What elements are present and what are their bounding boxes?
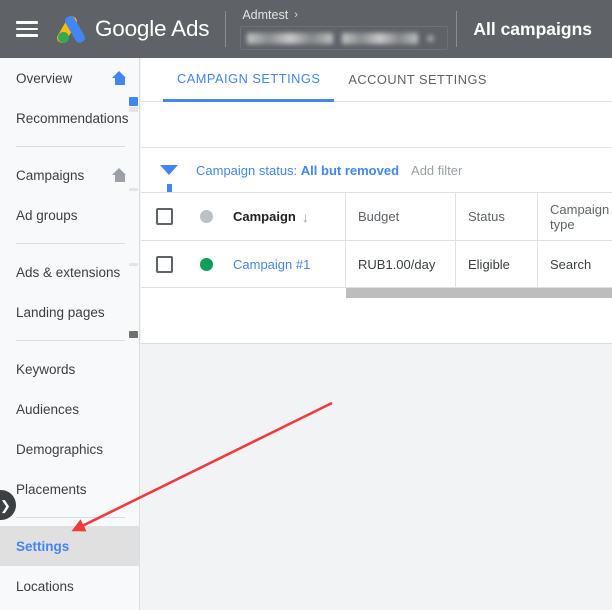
sidebar-divider: [16, 243, 125, 244]
hamburger-line: [16, 34, 38, 37]
account-id-redacted-part: [427, 35, 434, 42]
row-select-cell: [141, 241, 187, 287]
sidebar-scrollbar-track: [129, 263, 138, 266]
account-selector[interactable]: Admtest ›: [240, 8, 448, 50]
column-header-campaign-type[interactable]: Campaign type: [538, 193, 612, 240]
sidebar-scrollbar-thumb[interactable]: [129, 97, 138, 106]
campaign-status-filter-chip[interactable]: Campaign status: All but removed: [196, 163, 399, 178]
toolbar-spacer: [141, 102, 612, 148]
home-icon-body: [115, 174, 125, 182]
home-icon[interactable]: [112, 71, 127, 85]
select-all-checkbox[interactable]: [156, 208, 173, 225]
filter-funnel-icon[interactable]: [160, 165, 178, 175]
account-id-field[interactable]: [240, 26, 448, 50]
column-header-label: Campaign type: [550, 202, 609, 232]
tab-account-settings[interactable]: ACCOUNT SETTINGS: [334, 58, 501, 101]
account-id-redacted-part: [247, 33, 333, 44]
hamburger-line: [16, 28, 38, 31]
cell-campaign-name: Campaign #1: [225, 241, 346, 287]
sidebar-item-label: Overview: [16, 71, 112, 86]
sidebar-item-label: Placements: [16, 482, 129, 497]
select-all-cell: [141, 193, 187, 240]
brand-title: Google Ads: [95, 16, 209, 42]
account-id-redacted-part: [342, 33, 418, 44]
sidebar-item-campaigns[interactable]: Campaigns: [0, 155, 139, 195]
hamburger-line: [16, 21, 38, 24]
logo-green-dot: [58, 32, 69, 43]
sidebar-divider: [16, 517, 125, 518]
header-divider: [225, 11, 226, 47]
home-icon[interactable]: [112, 168, 127, 182]
main-content-area: CAMPAIGN SETTINGSACCOUNT SETTINGS Campai…: [141, 58, 612, 610]
sidebar-item-overview[interactable]: Overview: [0, 58, 139, 98]
table-footer-area: [141, 298, 612, 344]
sidebar-scrollbar-thumb[interactable]: [129, 331, 138, 338]
table-scrollbar-thumb[interactable]: [346, 288, 612, 298]
sidebar-item-demographics[interactable]: Demographics: [0, 429, 139, 469]
row-status-dot-cell: [187, 241, 225, 287]
table-header-row: Campaign ↓ Budget Status Campaign type: [141, 193, 612, 241]
cell-status: Eligible: [456, 241, 538, 287]
filter-value: All but removed: [301, 163, 399, 178]
column-header-label: Campaign: [233, 209, 296, 224]
sidebar-item-label: Locations: [16, 579, 129, 594]
left-navigation-sidebar: Overview Recommendations Campaigns Ad group…: [0, 58, 140, 610]
cell-budget: RUB1.00/day: [346, 241, 456, 287]
account-name-row: Admtest ›: [240, 8, 448, 23]
google-ads-logo-icon[interactable]: [55, 14, 85, 44]
column-header-status[interactable]: Status: [456, 193, 538, 240]
chevron-right-icon: ❯: [0, 499, 11, 512]
sidebar-item-label: Campaigns: [16, 168, 112, 183]
top-app-bar: Google Ads Admtest › All campaigns: [0, 0, 612, 58]
table-row[interactable]: Campaign #1 RUB1.00/day Eligible Search: [141, 241, 612, 288]
sidebar-item-landing-pages[interactable]: Landing pages: [0, 292, 139, 332]
table-horizontal-scrollbar[interactable]: [141, 288, 612, 298]
status-dot-icon[interactable]: [200, 210, 213, 223]
cell-campaign-type: Search: [538, 241, 612, 287]
sidebar-item-audiences[interactable]: Audiences: [0, 389, 139, 429]
sidebar-scrollbar-track: [129, 188, 138, 191]
header-divider: [456, 11, 457, 47]
google-ads-app-window: Google Ads Admtest › All campaigns Overv…: [0, 0, 612, 610]
page-title: All campaigns: [473, 19, 592, 40]
status-dot-header-cell: [187, 193, 225, 240]
sidebar-item-label: Ad groups: [16, 208, 129, 223]
column-header-budget[interactable]: Budget: [346, 193, 456, 240]
sidebar-item-label: Landing pages: [16, 305, 129, 320]
sidebar-item-label: Recommendations: [16, 111, 129, 126]
campaigns-table: Campaign ↓ Budget Status Campaign type C…: [141, 193, 612, 344]
sidebar-divider: [16, 340, 125, 341]
sidebar-item-ad-groups[interactable]: Ad groups: [0, 195, 139, 235]
chevron-right-icon: ›: [294, 8, 298, 23]
sidebar-item-label: Demographics: [16, 442, 129, 457]
nav-list: Overview Recommendations Campaigns Ad group…: [0, 58, 139, 606]
sidebar-item-placements[interactable]: Placements: [0, 469, 139, 509]
status-dot-icon[interactable]: [200, 258, 213, 271]
sidebar-item-label: Settings: [16, 539, 129, 554]
add-filter-button[interactable]: Add filter: [411, 163, 462, 178]
sidebar-item-recommendations[interactable]: Recommendations: [0, 98, 139, 138]
home-icon-body: [115, 77, 125, 85]
sidebar-item-keywords[interactable]: Keywords: [0, 349, 139, 389]
sidebar-item-label: Audiences: [16, 402, 129, 417]
row-checkbox[interactable]: [156, 256, 173, 273]
sidebar-item-label: Ads & extensions: [16, 265, 129, 280]
sidebar-divider: [16, 146, 125, 147]
sidebar-item-label: Keywords: [16, 362, 129, 377]
sidebar-item-settings[interactable]: Settings: [0, 526, 139, 566]
column-header-campaign[interactable]: Campaign ↓: [225, 193, 346, 240]
filter-bar: Campaign status: All but removed Add fil…: [141, 148, 612, 193]
account-name: Admtest: [242, 8, 288, 23]
filter-label: Campaign status:: [196, 163, 301, 178]
hamburger-menu-icon[interactable]: [16, 21, 38, 37]
campaign-link[interactable]: Campaign #1: [233, 257, 310, 272]
sidebar-scrollbar-track: [129, 107, 138, 112]
arrow-down-icon[interactable]: ↓: [302, 210, 309, 224]
settings-tabs: CAMPAIGN SETTINGSACCOUNT SETTINGS: [141, 58, 612, 102]
sidebar-item-locations[interactable]: Locations: [0, 566, 139, 606]
sidebar-item-ads-extensions[interactable]: Ads & extensions: [0, 252, 139, 292]
tab-campaign-settings[interactable]: CAMPAIGN SETTINGS: [163, 58, 334, 102]
